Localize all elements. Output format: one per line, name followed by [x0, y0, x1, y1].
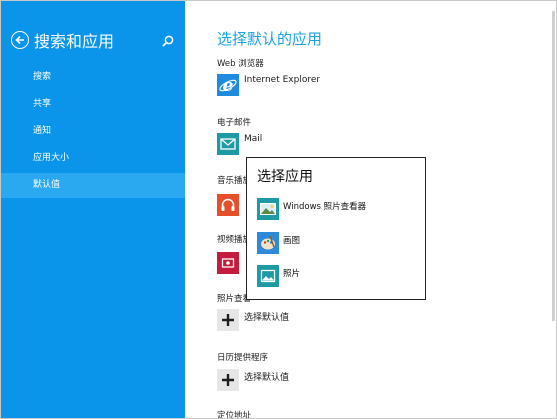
flyout-item-paint[interactable]: 画图 [247, 230, 425, 258]
sidebar-item-app-sizes[interactable]: 应用大小 [1, 146, 185, 171]
search-button[interactable] [161, 33, 175, 47]
back-button[interactable] [11, 31, 29, 49]
video-tile[interactable] [217, 252, 239, 274]
plus-icon [222, 314, 234, 326]
sidebar-item-search[interactable]: 搜索 [1, 65, 185, 90]
page-title: 选择默认的应用 [217, 30, 323, 48]
paint-palette-icon [261, 235, 275, 250]
app-name-internet-explorer[interactable]: Internet Explorer [244, 75, 320, 85]
app-name-mail[interactable]: Mail [244, 134, 262, 144]
section-label-calendar: 日历提供程序 [217, 353, 269, 363]
music-tile[interactable] [217, 194, 239, 216]
paint-tile [257, 232, 279, 254]
section-label-email: 电子邮件 [217, 118, 252, 128]
back-arrow-icon [15, 35, 24, 45]
scrollbar[interactable] [552, 11, 555, 321]
plus-icon [222, 374, 234, 386]
flyout-item-label: 画图 [283, 236, 301, 246]
search-icon [162, 35, 174, 47]
settings-window: 搜索和应用 搜索 共享 通知 应用大小 默认值 选择默认的应用 Web 浏览器 … [0, 0, 557, 419]
svg-text:e: e [223, 76, 234, 96]
flyout-item-windows-photo-viewer[interactable]: Windows 照片查看器 [247, 196, 425, 224]
sidebar-item-share[interactable]: 共享 [1, 92, 185, 117]
sidebar: 搜索和应用 搜索 共享 通知 应用大小 默认值 [1, 1, 185, 418]
photos-icon [260, 269, 276, 283]
choose-default-photo-label[interactable]: 选择默认值 [244, 310, 289, 323]
sidebar-item-defaults[interactable]: 默认值 [1, 173, 185, 198]
choose-default-calendar-label[interactable]: 选择默认值 [244, 370, 289, 383]
photos-tile [257, 265, 279, 287]
choose-default-calendar-button[interactable] [217, 369, 239, 391]
photo-viewer-icon [260, 203, 276, 215]
headphones-icon [221, 198, 235, 211]
section-label-web-browser: Web 浏览器 [217, 59, 264, 69]
video-icon [221, 258, 235, 268]
internet-explorer-tile[interactable]: e [217, 74, 239, 96]
flyout-item-label: 照片 [283, 269, 301, 279]
mail-tile[interactable] [217, 133, 239, 155]
flyout-item-photos[interactable]: 照片 [247, 263, 425, 291]
section-label-location: 定位地址 [217, 411, 252, 419]
mail-envelope-icon [220, 138, 236, 150]
flyout-title: 选择应用 [257, 169, 313, 185]
internet-explorer-icon: e [219, 76, 237, 96]
choose-default-photo-button[interactable] [217, 309, 239, 331]
flyout-item-label: Windows 照片查看器 [283, 202, 367, 212]
choose-app-flyout: 选择应用 Windows 照片查看器 画图 照片 [246, 157, 426, 300]
sidebar-item-notifications[interactable]: 通知 [1, 119, 185, 144]
sidebar-title: 搜索和应用 [34, 32, 115, 51]
photo-viewer-tile [257, 198, 279, 220]
